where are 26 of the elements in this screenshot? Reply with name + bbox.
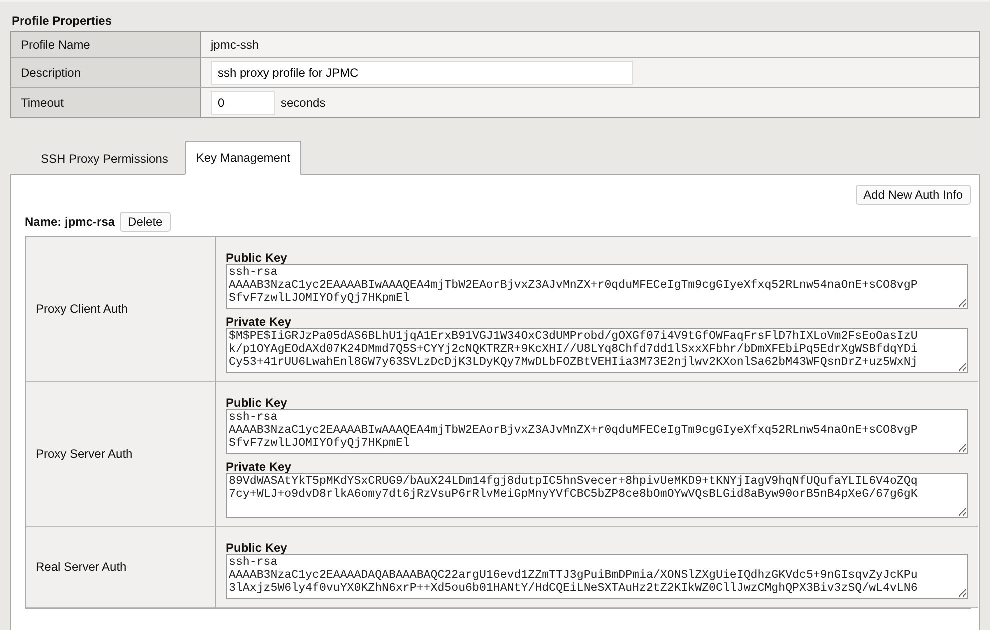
unit-label: seconds	[281, 96, 326, 110]
section-title: Profile Properties	[12, 14, 114, 28]
property-label: Description	[11, 58, 201, 88]
add-auth-button[interactable]: Add New Auth Info	[856, 185, 971, 205]
key-textarea[interactable]: ssh-rsa AAAAB3NzaC1yc2EAAAABIwAAAQEA4mjTbW2EAorBjvxZ3AJvMnZX+r0qduMFECeIgTm9cgGIyeXfxq52RLnw54naOnE+sCO8vgP SfvF7zwlLJOMIYOfyQj7HKpmEl	[226, 264, 968, 309]
auth-label: Proxy Client Auth	[26, 237, 216, 382]
description-field[interactable]: ssh proxy profile for JPMC	[211, 60, 633, 84]
key-textarea[interactable]: ssh-rsa AAAAB3NzaC1yc2EAAAADAQABAAABAQC22argU16evd1ZZmTTJ3gPuiBmDPmia/XONSlZXgUieIQdhzGKVdc5+9nGIsqvZyJcKPu 3lAxjz5W6ly4f0vuYX0KZhN6xrP++Xd5ou6b01HANtY/HdCQEiLNeSXTAuHz2tZ2KIkWZ0CllJwzCMghQPX3Biv3zSQ/wL4vLN6	[226, 554, 968, 599]
tab[interactable]: Key Management	[185, 141, 302, 175]
key-name: Name: jpmc-rsa	[25, 215, 116, 229]
tab[interactable]: SSH Proxy Permissions	[24, 141, 186, 175]
key-textarea[interactable]: $M$PE$IiGRJzPa05dAS6BLhU1jqA1ErxB91VGJ1W34OxC3dUMProbd/gOXGf07i4V9tGfOWFaqFrsFlD7hIXLoVm2FsEoOasIzU k/p1OYAgEOdAXd07K24DMmd7Q5S+CYYj2cNQKTRZR+9KcXHI//U8LYq8Chfd7dd1lSxxXFbhr/bDmXFEbiPq5EdrXgWSBfdqYDi Cy53+41rUU6LwahEnl8GW7y63SVLzDcDjK3LDyKQy7MwDLbFOZBtVEHIia3M73E2njlwv2KXonlSa62bM43WFQsnDrZ+uz5WxNj	[226, 328, 968, 373]
property-label: Timeout	[11, 88, 201, 117]
property-value: jpmc-ssh	[211, 38, 260, 52]
key-label: Public Key	[226, 251, 288, 265]
property-label: Profile Name	[11, 32, 201, 58]
key-label: Public Key	[226, 541, 288, 555]
key-label: Private Key	[226, 315, 292, 329]
key-label: Private Key	[226, 460, 292, 474]
auth-label: Proxy Server Auth	[26, 382, 216, 527]
key-textarea[interactable]: 89VdWASAtYkT5pMKdYSxCRUG9/bAuX24LDm14fgj8dutpIC5hnSvecer+8hpivUeMKD9+tKNYjIagV9hqNfUQufaYLIL6V4oZQq 7cy+WLJ+o9dvD8rlkA6omy7dt6jRzVsuP6rRlvMeiGpMnyYVfCBC5bZP8ce8bOmOYwVQsBLGid8aByw90orB5nB4pXeG/67g6gK	[226, 473, 968, 518]
auth-label: Real Server Auth	[26, 527, 216, 608]
timeout-field[interactable]: 0	[211, 90, 275, 114]
delete-button[interactable]: Delete	[120, 212, 171, 232]
key-label: Public Key	[226, 396, 288, 410]
key-textarea[interactable]: ssh-rsa AAAAB3NzaC1yc2EAAAABIwAAAQEA4mjTbW2EAorBjvxZ3AJvMnZX+r0qduMFECeIgTm9cgGIyeXfxq52RLnw54naOnE+sCO8vgP SfvF7zwlLJOMIYOfyQj7HKpmEl	[226, 409, 968, 454]
